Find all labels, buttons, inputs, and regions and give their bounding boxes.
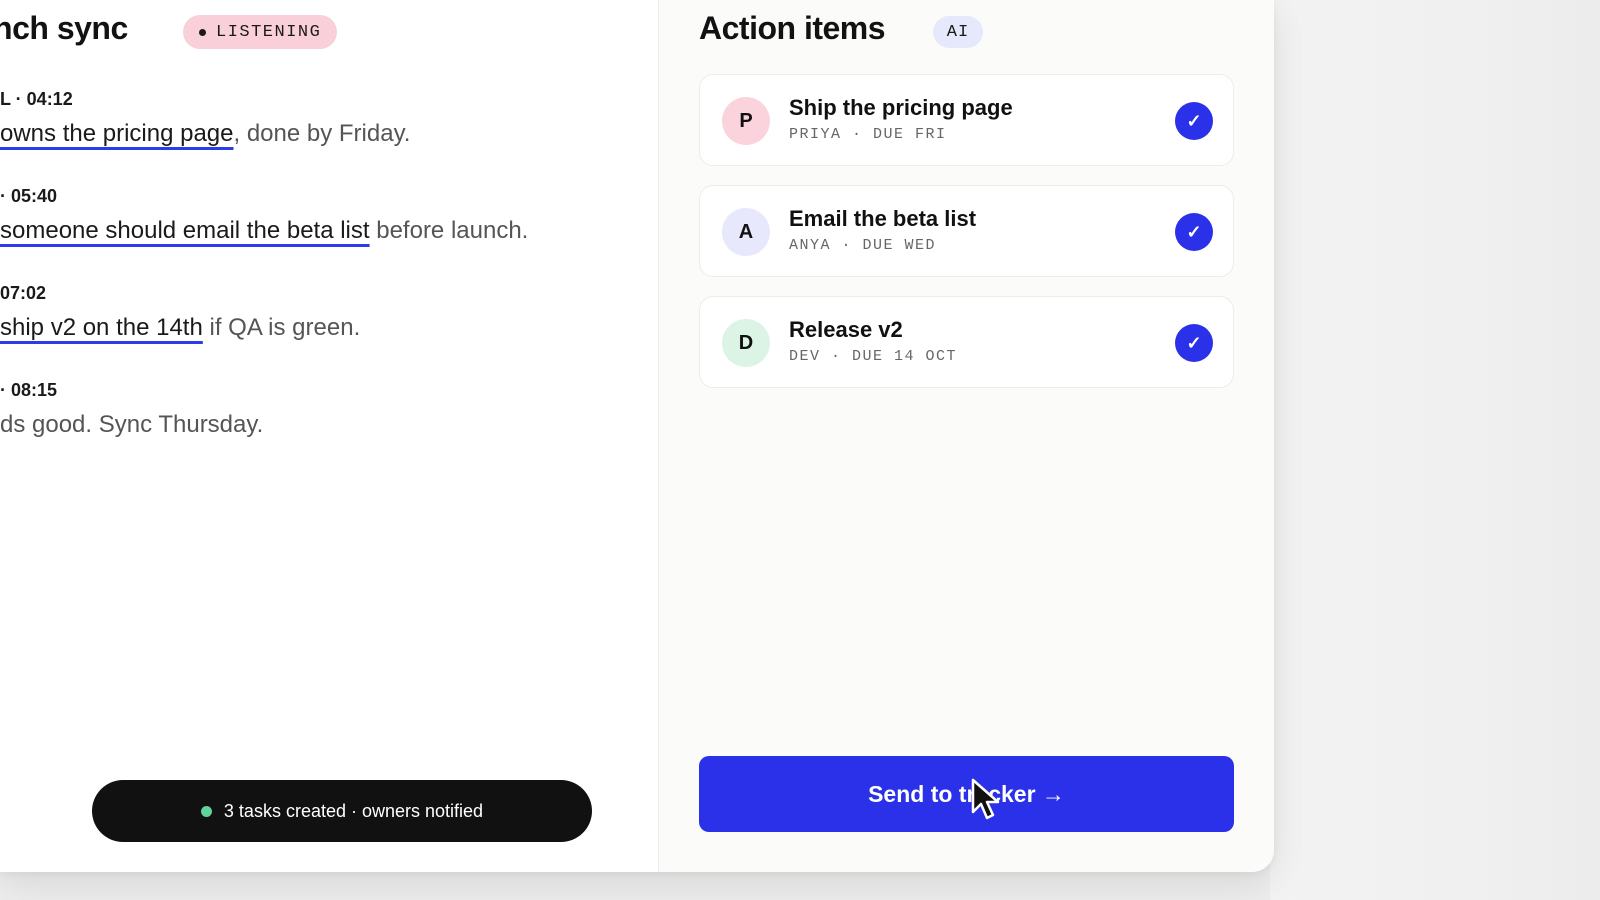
- action-item-title: Release v2: [789, 317, 903, 342]
- utterance-text: ds good. Sync Thursday.: [0, 411, 263, 439]
- action-item-card[interactable]: P Ship the pricing page PRIYA · DUE FRI …: [699, 74, 1234, 166]
- avatar: A: [722, 208, 770, 256]
- send-to-tracker-button[interactable]: Send to tracker →: [699, 756, 1234, 832]
- utterance-rest: ds good. Sync Thursday.: [0, 411, 264, 438]
- utterance-speaker-time: · 08:15: [0, 380, 58, 400]
- utterance-text: someone should email the beta list befor…: [0, 217, 528, 245]
- action-item-card[interactable]: D Release v2 DEV · DUE 14 OCT ✓: [699, 296, 1234, 388]
- status-badge-label: LISTENING: [216, 22, 322, 42]
- avatar: P: [722, 97, 770, 145]
- success-dot-icon: [200, 805, 212, 817]
- transcript-utterance: · 05:40 someone should email the beta li…: [0, 186, 528, 245]
- transcript-utterance: L · 04:12 owns the pricing page, done by…: [0, 89, 410, 148]
- utterance-text: owns the pricing page, done by Friday.: [0, 120, 410, 148]
- action-item-owner-due: DEV · DUE 14 OCT: [789, 348, 958, 365]
- utterance-highlight[interactable]: ship v2 on the 14th: [0, 314, 203, 341]
- desktop-background: [1270, 0, 1600, 900]
- meeting-title: unch sync: [0, 10, 128, 46]
- utterance-highlight[interactable]: someone should email the beta list: [0, 217, 370, 244]
- transcript-utterance: · 08:15 ds good. Sync Thursday.: [0, 380, 263, 439]
- utterance-rest: before launch.: [369, 217, 529, 244]
- avatar: D: [722, 319, 770, 367]
- action-item-title: Ship the pricing page: [789, 95, 1013, 120]
- action-item-owner-due: PRIYA · DUE FRI: [789, 126, 947, 143]
- check-icon[interactable]: ✓: [1175, 324, 1213, 362]
- toast-text: 3 tasks created · owners notified: [223, 800, 484, 821]
- mouse-pointer-icon: [971, 778, 1000, 820]
- utterance-rest: , done by Friday.: [233, 120, 411, 147]
- action-item-owner-due: ANYA · DUE WED: [789, 237, 937, 254]
- check-icon[interactable]: ✓: [1175, 102, 1213, 140]
- utterance-highlight[interactable]: owns the pricing page: [0, 120, 233, 147]
- status-dot-icon: [199, 28, 206, 36]
- transcript-utterance: 07:02 ship v2 on the 14th if QA is green…: [0, 283, 360, 342]
- action-items-title: Action items: [699, 10, 886, 46]
- utterance-speaker-time: · 05:40: [0, 186, 58, 206]
- action-item-card[interactable]: A Email the beta list ANYA · DUE WED ✓: [699, 185, 1234, 277]
- action-items-list: P Ship the pricing page PRIYA · DUE FRI …: [699, 74, 1234, 407]
- tasks-created-toast: 3 tasks created · owners notified: [92, 780, 592, 842]
- utterance-rest: if QA is green.: [202, 314, 361, 341]
- action-item-title: Email the beta list: [789, 206, 977, 231]
- check-icon[interactable]: ✓: [1175, 213, 1213, 251]
- utterance-speaker-time: L · 04:12: [0, 89, 73, 109]
- ai-badge: AI: [933, 16, 983, 48]
- transcript-pane: unch sync LISTENING L · 04:12 owns the p…: [0, 0, 658, 872]
- utterance-speaker-time: 07:02: [0, 283, 47, 303]
- utterance-text: ship v2 on the 14th if QA is green.: [0, 314, 360, 342]
- listening-status-badge: LISTENING: [183, 15, 338, 49]
